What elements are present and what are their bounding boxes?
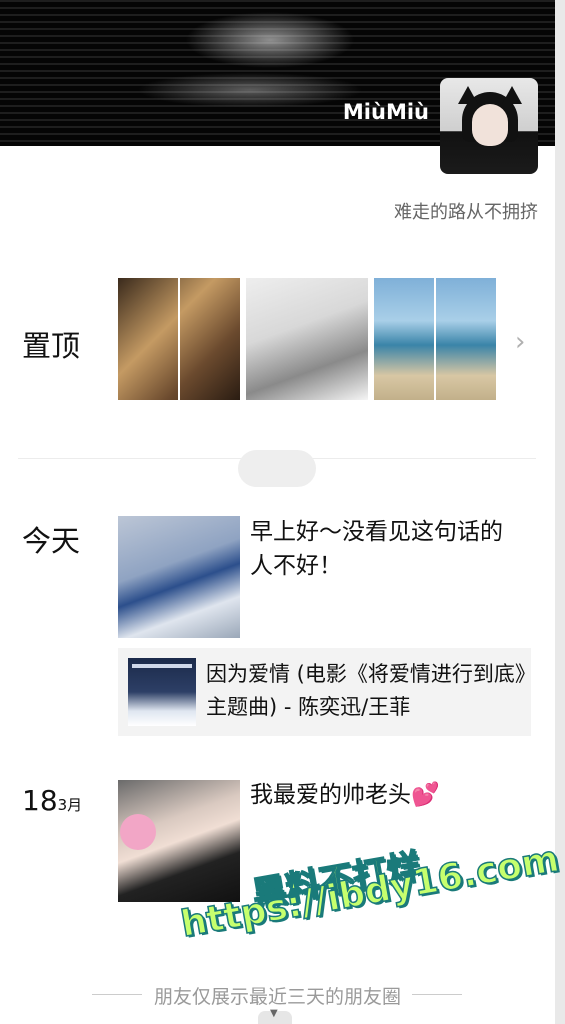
march-post-photo[interactable] (118, 780, 240, 902)
photo-divider (178, 278, 180, 400)
music-title: 因为爱情 (电影《将爱情进行到底》主题曲) - 陈奕迅/王菲 (206, 662, 526, 719)
profile-signature: 难走的路从不拥挤 (394, 202, 538, 223)
pinned-photo-3[interactable] (374, 278, 496, 400)
march-post-text[interactable]: 我最爱的帅老头💕 (250, 778, 520, 812)
photo-divider (434, 278, 436, 400)
post-date-day: 18 (22, 784, 58, 817)
avatar-face (472, 104, 508, 146)
post-date-month: 3月 (57, 796, 83, 814)
pinned-label: 置顶 (22, 329, 81, 363)
flower-decoration (120, 814, 156, 850)
pinned-photo-2[interactable] (246, 278, 368, 400)
footer-notice: 朋友仅展示最近三天的朋友圈 (153, 986, 401, 1008)
pinned-photo-1[interactable] (118, 278, 240, 400)
chevron-down-icon: ▼ (270, 1008, 278, 1019)
today-label: 今天 (22, 524, 81, 558)
album-cover (128, 658, 196, 726)
today-post-photo[interactable] (118, 516, 240, 638)
today-post-text[interactable]: 早上好～没看见这句话的人不好！ (250, 515, 520, 583)
avatar-ear-right (502, 86, 522, 104)
avatar-ear-left (458, 86, 478, 104)
chevron-right-icon[interactable]: › (515, 327, 525, 357)
album-cover-caption (132, 664, 192, 668)
post-date: 183月 (22, 784, 82, 817)
heart-emoji: 💕 (411, 782, 440, 808)
bottom-handle[interactable]: ▼ (258, 1008, 292, 1024)
avatar[interactable] (440, 78, 538, 174)
music-share-card[interactable]: 因为爱情 (电影《将爱情进行到底》主题曲) - 陈奕迅/王菲 (118, 648, 531, 736)
march-post-caption: 我最爱的帅老头 (250, 782, 411, 808)
profile-nickname: MiùMiù (342, 100, 429, 124)
scroll-handle[interactable] (238, 450, 316, 487)
